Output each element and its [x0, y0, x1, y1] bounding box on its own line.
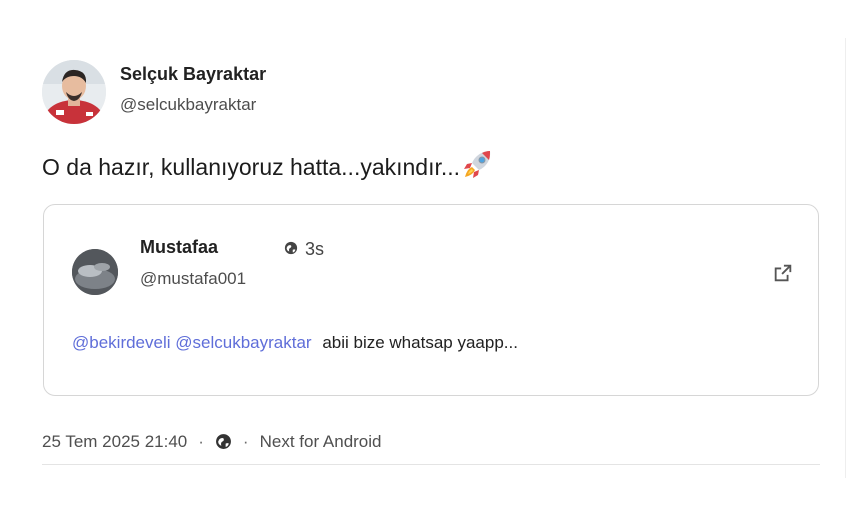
quoted-author-avatar[interactable]	[72, 249, 118, 295]
author-name[interactable]: Selçuk Bayraktar	[120, 64, 266, 85]
post-footer: 25 Tem 2025 21:40 · · Next for Android	[42, 432, 382, 452]
quoted-author-handle[interactable]: @mustafa001	[140, 269, 246, 289]
quoted-post-text: @bekirdeveli @selcukbayraktar abii bize …	[72, 333, 518, 353]
footer-divider	[42, 464, 820, 465]
separator-dot: ·	[242, 432, 249, 451]
globe-icon	[215, 432, 232, 452]
post-text: O da hazır, kullanıyoruz hatta...yakındı…	[42, 148, 494, 186]
separator-dot: ·	[198, 432, 204, 451]
author-handle[interactable]: @selcukbayraktar	[120, 95, 256, 115]
quoted-post-meta: 3s	[284, 239, 324, 260]
card-edge	[845, 38, 846, 478]
post-text-content: O da hazır, kullanıyoruz hatta...yakındı…	[42, 154, 461, 180]
mention-link[interactable]: @bekirdeveli	[72, 333, 171, 352]
quoted-post-body: abii bize whatsap yaapp...	[322, 333, 518, 352]
open-external-icon[interactable]	[772, 262, 794, 284]
author-avatar[interactable]	[42, 60, 106, 124]
mention-link[interactable]: @selcukbayraktar	[175, 333, 311, 352]
post-card: Selçuk Bayraktar @selcukbayraktar O da h…	[0, 0, 860, 505]
post-timestamp[interactable]: 25 Tem 2025 21:40	[42, 432, 187, 452]
post-client[interactable]: Next for Android	[260, 432, 382, 452]
quoted-author-name[interactable]: Mustafaa	[140, 237, 218, 258]
rocket-icon	[462, 148, 494, 186]
quoted-post[interactable]: Mustafaa 3s @mustafa001 @bekirdeveli @se…	[43, 204, 819, 396]
quoted-post-time: 3s	[305, 239, 325, 259]
globe-icon	[284, 239, 298, 260]
